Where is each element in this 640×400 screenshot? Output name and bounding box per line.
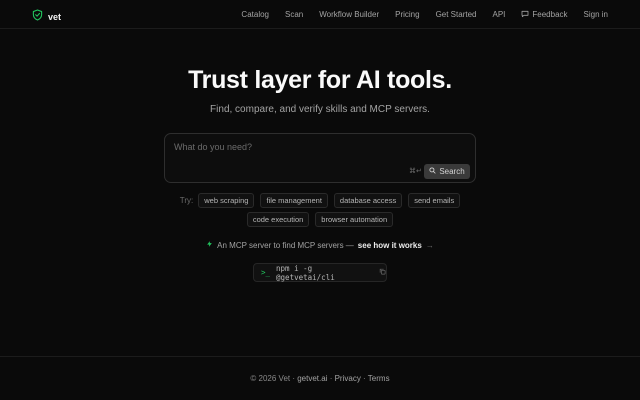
nav-sign-in[interactable]: Sign in <box>584 10 608 19</box>
suggestion-chip[interactable]: send emails <box>408 193 461 208</box>
copy-icon[interactable] <box>379 268 386 277</box>
nav-links: Catalog Scan Workflow Builder Pricing Ge… <box>225 0 608 29</box>
footer-terms-link[interactable]: Terms <box>368 374 390 383</box>
cli-command: npm i -g @getvetai/cli <box>276 263 335 282</box>
nav-catalog[interactable]: Catalog <box>241 10 269 19</box>
see-how-it-works-link[interactable]: see how it works <box>358 241 422 250</box>
search-icon <box>429 167 436 176</box>
suggestion-chip[interactable]: file management <box>260 193 328 208</box>
search-box[interactable]: ⌘↵ Search <box>164 133 476 183</box>
brand-name: vet <box>48 12 62 22</box>
footer-separator: · <box>327 374 335 383</box>
suggestion-row-1: Try: web scraping file management databa… <box>0 193 640 208</box>
suggestion-chip[interactable]: code execution <box>246 212 310 227</box>
suggestion-row-2: code execution browser automation <box>0 212 640 227</box>
hero-title: Trust layer for AI tools. <box>188 66 452 94</box>
footer: © 2026 Vet · getvet.ai · Privacy · Terms <box>0 374 640 383</box>
nav-pricing[interactable]: Pricing <box>395 10 419 19</box>
hero-subtitle: Find, compare, and verify skills and MCP… <box>210 104 430 115</box>
cli-install-snippet: >_ npm i -g @getvetai/cli <box>253 263 387 282</box>
terminal-icon: >_ <box>261 268 271 277</box>
top-nav: vet Catalog Scan Workflow Builder Pricin… <box>0 0 640 29</box>
mcp-callout-text: An MCP server to find MCP servers — <box>217 240 354 250</box>
mcp-callout: An MCP server to find MCP servers — see … <box>0 240 640 250</box>
brand-logo-link[interactable]: vet <box>32 8 61 26</box>
search-button-label: Search <box>439 167 465 176</box>
message-square-icon <box>521 10 529 20</box>
lightning-icon <box>206 240 213 250</box>
nav-workflow-builder[interactable]: Workflow Builder <box>319 10 379 19</box>
nav-api[interactable]: API <box>492 10 505 19</box>
search-shortcut-hint: ⌘↵ <box>409 168 422 175</box>
nav-get-started[interactable]: Get Started <box>436 10 477 19</box>
suggestion-chip[interactable]: web scraping <box>198 193 255 208</box>
shield-check-icon <box>32 8 43 26</box>
nav-feedback[interactable]: Feedback <box>521 10 568 20</box>
footer-separator: · <box>360 374 368 383</box>
nav-feedback-label: Feedback <box>532 10 568 19</box>
search-input[interactable] <box>172 140 402 154</box>
arrow-right-icon: → <box>425 240 434 250</box>
suggestion-chip[interactable]: browser automation <box>315 212 394 227</box>
footer-divider <box>0 356 640 357</box>
search-button[interactable]: Search <box>424 164 470 179</box>
suggestion-chip[interactable]: database access <box>333 193 403 208</box>
try-label: Try: <box>179 196 194 205</box>
nav-scan[interactable]: Scan <box>285 10 303 19</box>
footer-site-link[interactable]: getvet.ai <box>297 374 327 383</box>
footer-privacy-link[interactable]: Privacy <box>335 374 361 383</box>
footer-copyright: © 2026 Vet · <box>250 374 295 383</box>
